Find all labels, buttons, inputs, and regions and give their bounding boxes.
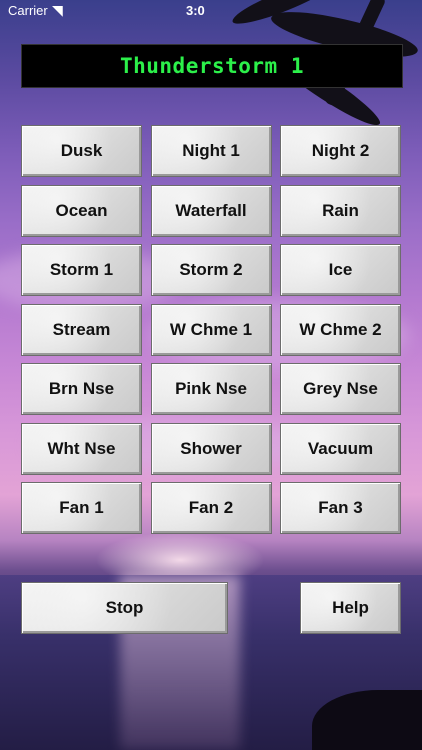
- sound-button-fan-3[interactable]: Fan 3: [280, 482, 401, 534]
- sound-button-fan-1[interactable]: Fan 1: [21, 482, 142, 534]
- sound-button-storm-1[interactable]: Storm 1: [21, 244, 142, 296]
- sound-button-pink-noise[interactable]: Pink Nse: [150, 363, 272, 415]
- sound-button-storm-2[interactable]: Storm 2: [150, 244, 272, 296]
- sound-button-waterfall[interactable]: Waterfall: [150, 184, 272, 237]
- sound-button-wind-chime-2[interactable]: W Chme 2: [280, 303, 401, 356]
- help-button[interactable]: Help: [300, 582, 401, 634]
- carrier-label: Carrier: [8, 3, 48, 18]
- sound-button-shower[interactable]: Shower: [150, 422, 272, 475]
- sound-button-grid: Dusk Night 1 Night 2 Ocean Waterfall Rai…: [21, 125, 401, 534]
- sound-button-wind-chime-1[interactable]: W Chme 1: [150, 303, 272, 356]
- sound-button-fan-2[interactable]: Fan 2: [150, 482, 272, 534]
- page-title: Thunderstorm 1: [119, 54, 304, 78]
- sound-button-night-2[interactable]: Night 2: [280, 125, 401, 177]
- sound-button-ocean[interactable]: Ocean: [21, 184, 142, 237]
- status-bar: Carrier ◥ 3:0: [0, 0, 422, 22]
- title-bar: Thunderstorm 1: [21, 44, 403, 88]
- wifi-icon: ◥: [52, 2, 63, 18]
- sound-button-stream[interactable]: Stream: [21, 303, 142, 356]
- sound-button-white-noise[interactable]: Wht Nse: [21, 422, 142, 475]
- sound-button-dusk[interactable]: Dusk: [21, 125, 142, 177]
- sound-button-rain[interactable]: Rain: [280, 184, 401, 237]
- sound-button-vacuum[interactable]: Vacuum: [280, 422, 401, 475]
- sound-button-night-1[interactable]: Night 1: [150, 125, 272, 177]
- status-time: 3:0: [186, 3, 205, 18]
- stop-button[interactable]: Stop: [21, 582, 228, 634]
- sound-button-brown-noise[interactable]: Brn Nse: [21, 363, 142, 415]
- sound-button-ice[interactable]: Ice: [280, 244, 401, 296]
- sound-button-grey-noise[interactable]: Grey Nse: [280, 363, 401, 415]
